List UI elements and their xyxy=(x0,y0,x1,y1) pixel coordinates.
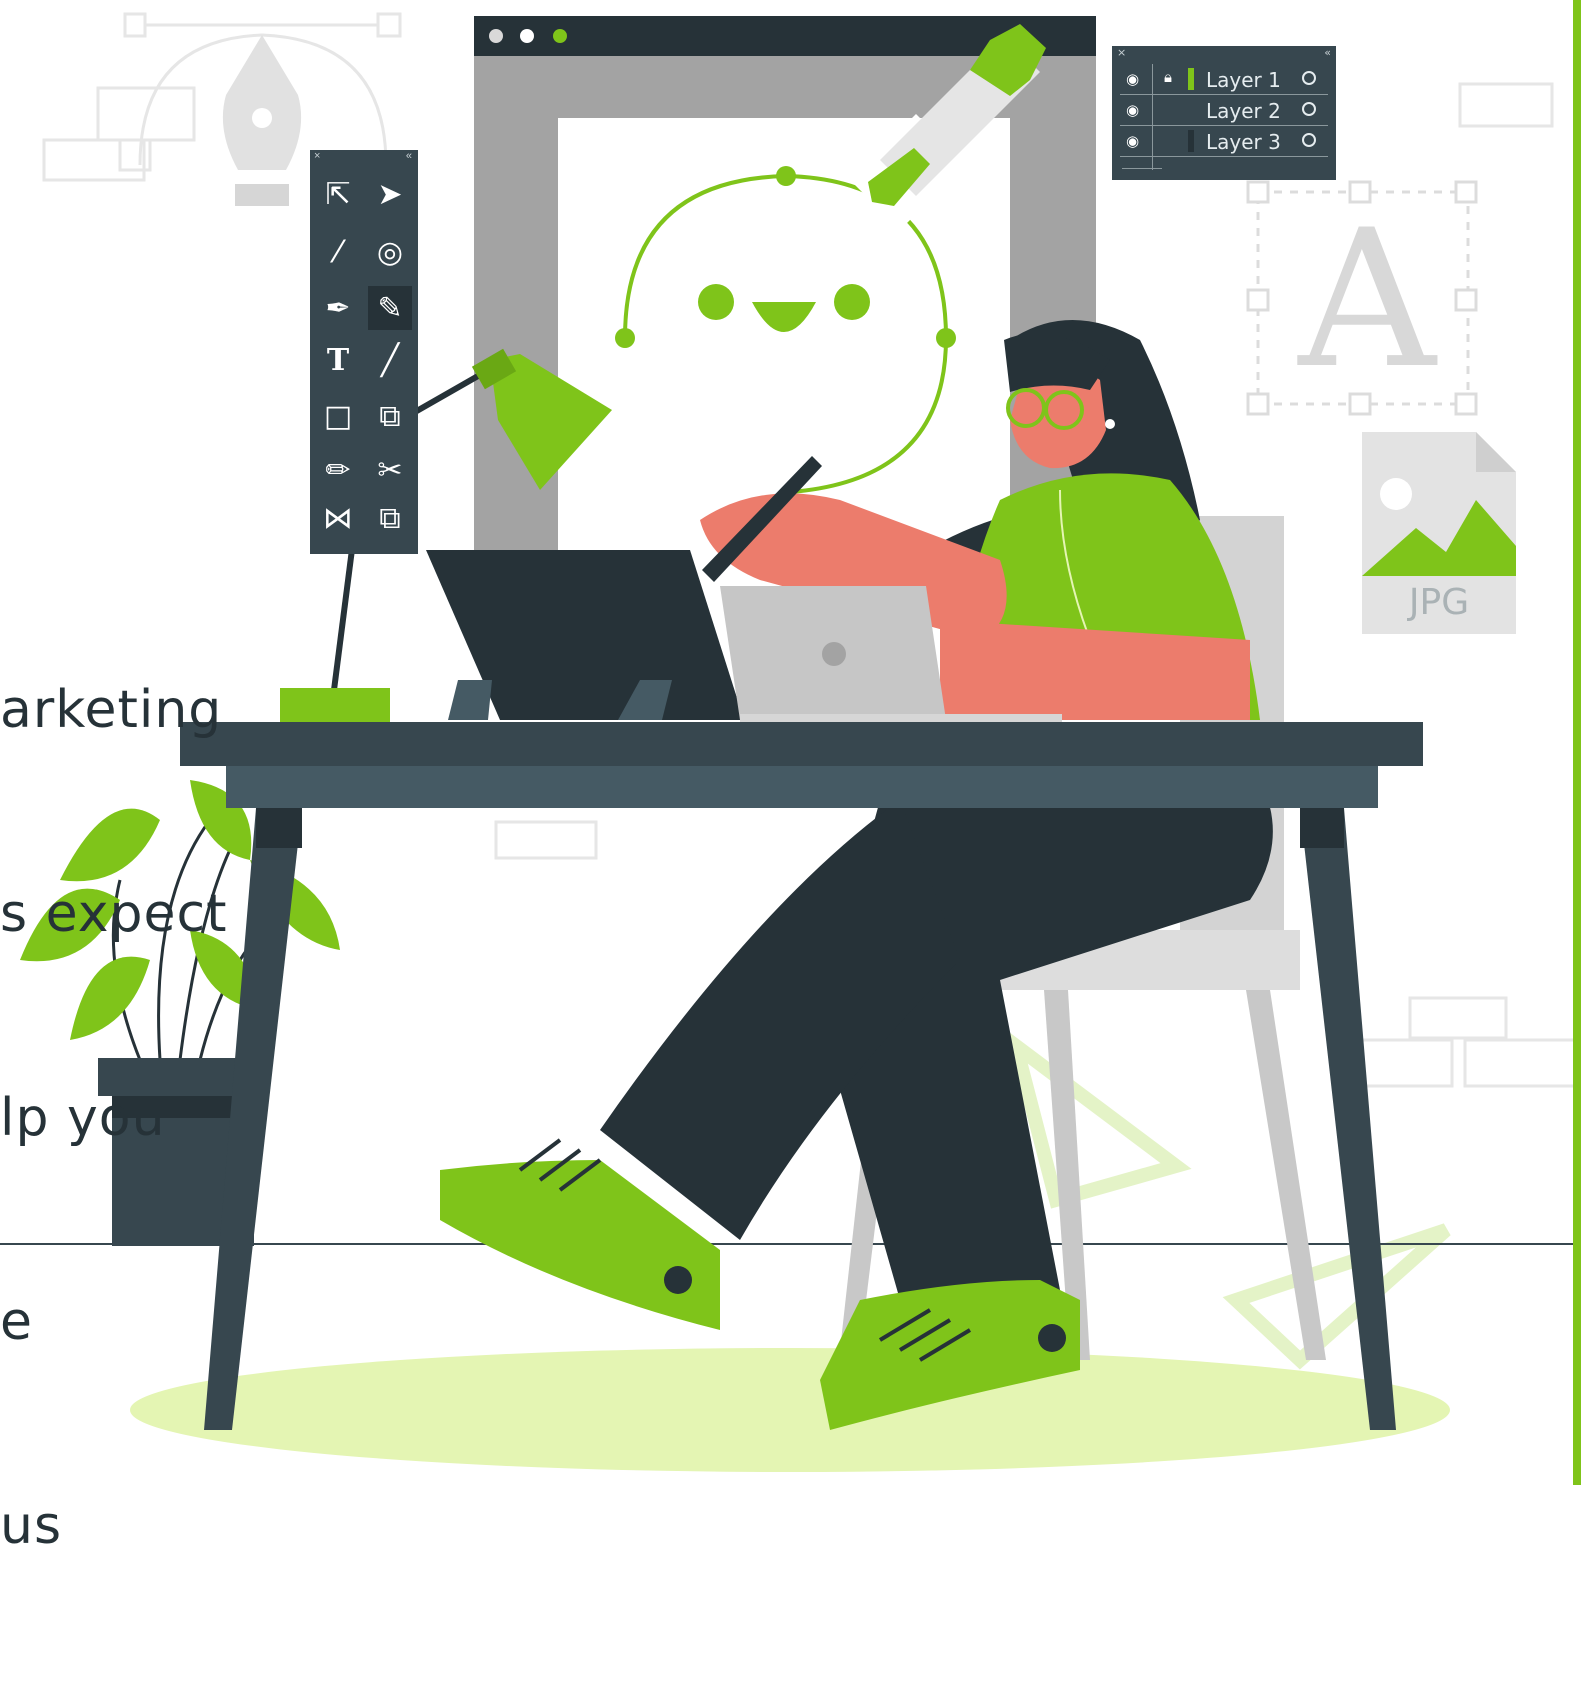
reflect-tool-icon: ⋈ xyxy=(323,500,353,536)
type-tool-icon: T xyxy=(326,342,350,378)
layer-name: Layer 3 xyxy=(1206,130,1281,154)
jpg-file-label: JPG xyxy=(1408,582,1470,623)
paragraph-line: arketing xyxy=(0,680,223,740)
selection-tool-icon: ⇱ xyxy=(325,176,351,212)
layer-target-icon xyxy=(1302,102,1316,116)
eye-icon: ◉ xyxy=(1126,101,1140,119)
drawing-tablet xyxy=(426,550,744,720)
layer-row: ◉ 🔒︎ Layer 1 xyxy=(1120,64,1328,95)
layer-color-swatch xyxy=(1188,68,1194,90)
collapse-icon: « xyxy=(405,150,412,162)
paragraph-line: e xyxy=(0,1292,33,1352)
collapse-icon: « xyxy=(1324,46,1331,59)
panel-footer-line xyxy=(1122,168,1162,169)
curvature-tool-icon: ✎ xyxy=(368,286,412,330)
illustration-scene: A JPG arketing s expect lp you e us × « … xyxy=(0,0,1581,1556)
layers-panel: × « ◉ 🔒︎ Layer 1 ◉ Layer 2 ◉ Layer 3 xyxy=(1112,46,1336,180)
page-edge-accent xyxy=(1573,0,1581,1485)
layer-color-swatch xyxy=(1188,99,1194,121)
direct-selection-tool-icon: ➤ xyxy=(377,176,403,212)
scissors-tool-icon: ✂ xyxy=(377,452,403,488)
floor-shadow xyxy=(130,1348,1450,1472)
layer-row: ◉ Layer 3 xyxy=(1120,126,1328,157)
layer-target-icon xyxy=(1302,71,1316,85)
layer-name: Layer 2 xyxy=(1206,99,1281,123)
pencil-tool-icon: ✏ xyxy=(325,452,351,488)
layer-name: Layer 1 xyxy=(1206,68,1281,92)
magic-wand-tool-icon: ⁄ xyxy=(335,234,341,270)
lasso-tool-icon: ◎ xyxy=(376,234,404,270)
line-tool-icon: ╱ xyxy=(380,342,400,378)
close-icon: × xyxy=(1117,46,1127,59)
layer-target-icon xyxy=(1302,133,1316,147)
close-icon: × xyxy=(314,150,321,162)
paragraph-line: lp you xyxy=(0,1088,166,1148)
pen-nib-decor xyxy=(222,35,302,206)
tools-panel: × « ⇱ ➤ ⁄ ◎ ✒ ✎ T ╱ □ ⧉ ✏ ✂ ⋈ ⧉ xyxy=(310,150,418,554)
paragraph-line: us xyxy=(0,1496,63,1556)
pen-tool-icon: ✒ xyxy=(325,290,351,326)
rectangle-tool-icon: □ xyxy=(323,398,353,434)
scale-tool-icon: ⧉ xyxy=(379,500,401,536)
eye-icon: ◉ xyxy=(1126,132,1140,150)
layer-row: ◉ Layer 2 xyxy=(1120,95,1328,126)
layer-color-swatch xyxy=(1188,130,1194,152)
paragraph-line: s expect xyxy=(0,884,228,944)
cropped-paragraph: arketing s expect lp you e us xyxy=(0,540,260,1696)
eye-icon: ◉ xyxy=(1126,70,1140,88)
shaper-tool-icon: ⧉ xyxy=(379,398,401,434)
type-letter: A xyxy=(1298,189,1436,410)
lock-icon: 🔒︎ xyxy=(1164,68,1172,86)
